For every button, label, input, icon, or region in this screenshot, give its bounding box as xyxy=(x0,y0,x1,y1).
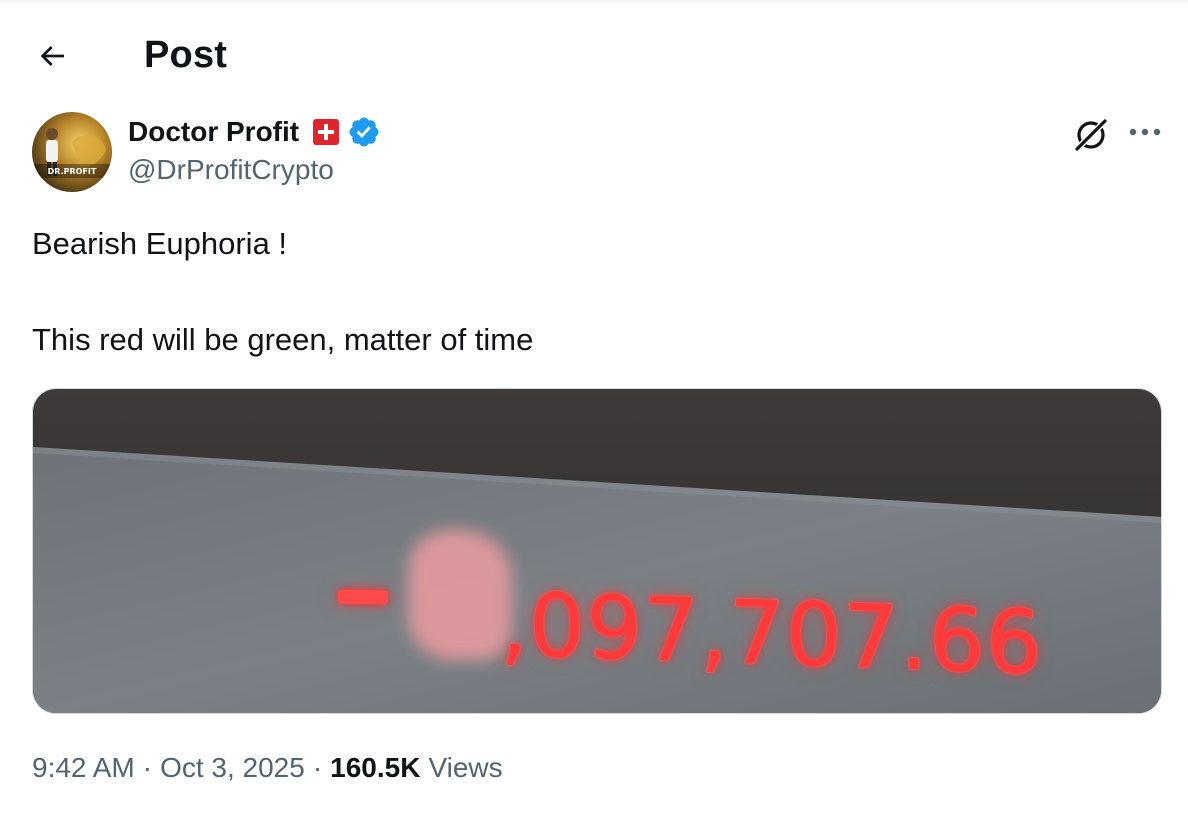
tweet-time[interactable]: 9:42 AM xyxy=(32,752,135,784)
grok-icon xyxy=(1075,119,1107,151)
redacted-blur-patch xyxy=(408,530,512,660)
meta-separator: · xyxy=(312,752,323,783)
tweet-date[interactable]: Oct 3, 2025 xyxy=(160,752,305,784)
more-horizontal-icon xyxy=(1129,128,1161,136)
arrow-left-icon xyxy=(40,46,64,66)
avatar[interactable]: DR.PROFIT xyxy=(32,112,112,192)
back-button[interactable] xyxy=(28,32,76,80)
more-options-button[interactable] xyxy=(1122,112,1168,152)
views-label: Views xyxy=(428,752,503,783)
author-name-row: Doctor Profit xyxy=(128,112,381,152)
grok-button[interactable] xyxy=(1068,112,1114,158)
avatar-logo-text: DR.PROFIT xyxy=(48,167,97,176)
amount-value: ,097,707.66 xyxy=(500,572,1043,695)
author-handle[interactable]: @DrProfitCrypto xyxy=(128,154,334,186)
author-name[interactable]: Doctor Profit xyxy=(128,116,299,148)
swiss-flag-icon xyxy=(313,119,340,145)
top-divider xyxy=(0,0,1188,2)
views-count[interactable]: 160.5K xyxy=(330,752,420,784)
page-title: Post xyxy=(144,34,228,76)
amount-minus-sign xyxy=(337,589,389,605)
meta-separator: · xyxy=(142,752,153,783)
page-header: Post xyxy=(0,20,1188,90)
verified-badge-icon[interactable] xyxy=(347,115,381,149)
tweet-text-line: This red will be green, matter of time xyxy=(32,322,534,357)
tweet-text-line: Bearish Euphoria ! xyxy=(32,226,288,261)
tweet-meta: 9:42 AM · Oct 3, 2025 · 160.5K Views xyxy=(32,748,503,788)
